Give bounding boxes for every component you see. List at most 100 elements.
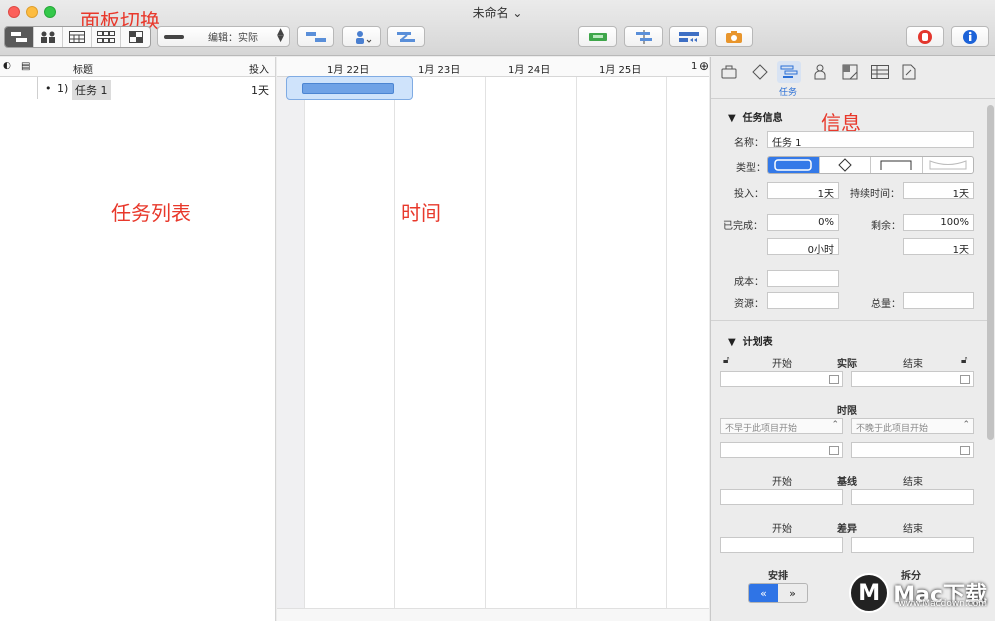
project-tab-icon[interactable] bbox=[717, 61, 741, 83]
start-label: 开始 bbox=[772, 359, 792, 370]
connect-tasks-button[interactable] bbox=[297, 26, 334, 47]
timeline-day: 1 bbox=[691, 61, 698, 72]
task-info-disclosure[interactable]: ▼ 任务信息 bbox=[728, 109, 783, 124]
gantt-view-icon[interactable] bbox=[5, 27, 34, 47]
variance-start-field[interactable] bbox=[720, 537, 843, 553]
actual-label: 实际 bbox=[837, 359, 857, 370]
baseline-start-field[interactable] bbox=[720, 489, 843, 505]
chevron-updown-icon: ⌃ bbox=[962, 420, 970, 430]
timeline-day: 1月 23日 bbox=[418, 65, 461, 76]
table-row[interactable]: • 1) 任务 1 1天 bbox=[0, 77, 275, 100]
document-tab-icon[interactable] bbox=[897, 61, 921, 83]
title-column-header[interactable]: 标题 bbox=[73, 61, 93, 76]
arrange-direction-selector[interactable]: « » bbox=[748, 583, 808, 603]
horizontal-scrollbar[interactable] bbox=[277, 608, 709, 621]
annotation-time: 时间 bbox=[401, 201, 441, 225]
style-tab-icon[interactable] bbox=[838, 61, 862, 83]
cost-field[interactable] bbox=[767, 270, 839, 287]
catch-up-button[interactable] bbox=[624, 26, 663, 47]
end-constraint-select[interactable]: 不晚于此项目开始 ⌃ bbox=[851, 418, 974, 434]
zoom-icon[interactable]: ⊕ bbox=[699, 59, 709, 73]
name-label: 名称： bbox=[734, 138, 764, 149]
info-icon bbox=[963, 29, 977, 44]
variance-start-label: 开始 bbox=[772, 524, 792, 535]
calendar-icon[interactable] bbox=[960, 446, 970, 455]
duration-field[interactable]: 1天 bbox=[903, 182, 974, 200]
window-toolbar: 未命名 ⌄ 面板切换 编辑：实际 ▲ ▼ bbox=[0, 0, 995, 56]
completed-field[interactable]: 0% bbox=[767, 214, 839, 231]
inspector-toggle-button[interactable] bbox=[951, 26, 989, 47]
schedule-backward-icon[interactable]: « bbox=[749, 584, 778, 602]
violations-button[interactable] bbox=[906, 26, 944, 47]
task-bar[interactable] bbox=[302, 83, 394, 94]
day-gridline bbox=[576, 57, 577, 621]
chevron-updown-icon: ▲ ▼ bbox=[277, 27, 284, 44]
effort-field[interactable]: 1天 bbox=[767, 182, 839, 200]
task-info-title: 任务信息 bbox=[742, 113, 783, 124]
edit-mode-select[interactable]: 编辑：实际 ▲ ▼ bbox=[157, 26, 290, 47]
completed-hours-field[interactable]: 0小时 bbox=[767, 238, 839, 256]
connect-tasks-icon bbox=[305, 31, 326, 42]
style-view-icon[interactable] bbox=[121, 27, 150, 47]
resource-tab-icon[interactable] bbox=[808, 61, 832, 83]
level-icon bbox=[588, 32, 607, 41]
outline-header: ◐ ▤ 标题 投入 bbox=[0, 57, 275, 77]
constraint-end-date-field[interactable] bbox=[851, 442, 974, 458]
day-gridline bbox=[666, 57, 667, 621]
task-bar-selection[interactable] bbox=[286, 76, 413, 100]
variance-end-field[interactable] bbox=[851, 537, 974, 553]
schedule-disclosure[interactable]: ▼ 计划表 bbox=[728, 333, 773, 348]
task-name[interactable]: 任务 1 bbox=[72, 80, 111, 100]
remaining-days-field[interactable]: 1天 bbox=[903, 238, 974, 256]
snapshot-button[interactable] bbox=[715, 26, 753, 47]
resource-field[interactable] bbox=[767, 292, 839, 309]
milestone-type-icon[interactable] bbox=[820, 157, 871, 173]
lock-end-icon[interactable]: 🔓︎ bbox=[961, 355, 967, 366]
level-resources-button[interactable] bbox=[578, 26, 617, 47]
start-constraint-select[interactable]: 不早于此项目开始 ⌃ bbox=[720, 418, 843, 434]
hammock-type-icon[interactable] bbox=[923, 157, 974, 173]
attachment-column-icon[interactable]: ▤ bbox=[21, 61, 30, 72]
remaining-field[interactable]: 100% bbox=[903, 214, 974, 231]
calendar-icon[interactable] bbox=[829, 446, 839, 455]
task-name-field[interactable]: 任务 1 bbox=[767, 131, 974, 149]
task-effort[interactable]: 1天 bbox=[251, 82, 269, 98]
macdown-logo-icon: M bbox=[849, 573, 890, 613]
network-view-icon[interactable] bbox=[92, 27, 121, 47]
milestone-tab-icon[interactable] bbox=[748, 61, 772, 83]
edit-mode-value: 编辑：实际 bbox=[208, 33, 258, 44]
remaining-label: 剩余： bbox=[871, 221, 901, 232]
task-bullet: • bbox=[45, 82, 52, 95]
watermark-url: www.Macdown.com bbox=[898, 599, 987, 609]
lock-start-icon[interactable]: 🔓︎ bbox=[723, 355, 729, 366]
person-icon bbox=[355, 30, 371, 44]
vertical-scrollbar[interactable] bbox=[987, 105, 994, 440]
assign-resource-button[interactable] bbox=[342, 26, 381, 47]
chevron-updown-icon: ⌃ bbox=[831, 420, 839, 430]
group-type-icon[interactable] bbox=[871, 157, 923, 173]
total-field[interactable] bbox=[903, 292, 974, 309]
note-column-icon[interactable]: ◐ bbox=[3, 61, 11, 71]
task-tab-icon[interactable] bbox=[777, 61, 801, 83]
baseline-end-field[interactable] bbox=[851, 489, 974, 505]
schedule-title: 计划表 bbox=[742, 337, 773, 348]
add-dependency-button[interactable] bbox=[387, 26, 425, 47]
track-changes-button[interactable] bbox=[669, 26, 708, 47]
constraint-start-date-field[interactable] bbox=[720, 442, 843, 458]
calendar-view-icon[interactable] bbox=[63, 27, 92, 47]
actual-start-date-field[interactable] bbox=[720, 371, 843, 387]
day-gridline bbox=[485, 57, 486, 621]
resource-view-icon[interactable] bbox=[34, 27, 63, 47]
type-label: 类型： bbox=[736, 163, 766, 174]
effort-column-header[interactable]: 投入 bbox=[249, 61, 269, 76]
inspector-panel: 任务 ▼ 任务信息 信息 名称： 任务 1 类型： 投入： 1天 持续时间： 1… bbox=[710, 57, 995, 621]
schedule-forward-icon[interactable]: » bbox=[778, 584, 807, 602]
actual-end-date-field[interactable] bbox=[851, 371, 974, 387]
task-type-icon[interactable] bbox=[768, 157, 820, 173]
baseline-start-label: 开始 bbox=[772, 477, 792, 488]
task-type-selector[interactable] bbox=[767, 156, 974, 174]
calendar-icon[interactable] bbox=[829, 375, 839, 384]
calendar-icon[interactable] bbox=[960, 375, 970, 384]
timeline-day: 1月 24日 bbox=[508, 65, 551, 76]
table-tab-icon[interactable] bbox=[868, 61, 892, 83]
